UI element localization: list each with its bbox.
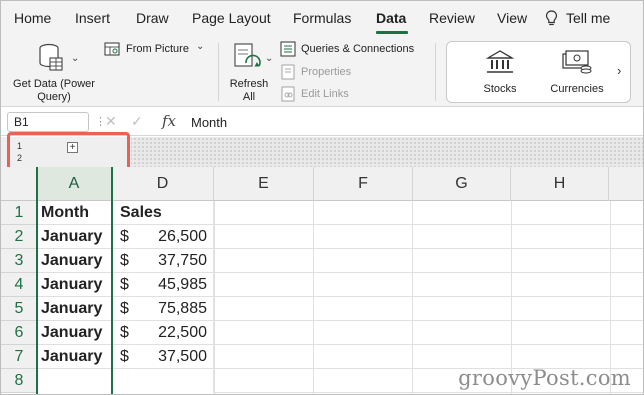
currencies-button[interactable]: Currencies: [542, 46, 612, 100]
currency-symbol: $: [120, 348, 129, 365]
properties-label: Properties: [301, 66, 352, 78]
cell-empty[interactable]: [37, 369, 112, 393]
column-header-g[interactable]: G: [413, 167, 511, 201]
check-icon[interactable]: ✓: [131, 113, 143, 130]
cell-month[interactable]: January: [37, 297, 112, 321]
row-header[interactable]: 4: [1, 273, 37, 297]
formula-content[interactable]: Month: [191, 115, 227, 130]
sales-amount: 75,885: [158, 300, 207, 317]
row-header[interactable]: 1: [1, 201, 37, 225]
cell-sales[interactable]: $37,750: [112, 249, 214, 273]
column-header-a[interactable]: A: [37, 167, 112, 201]
database-icon: [39, 43, 63, 71]
from-picture-button[interactable]: From Picture ⌄: [102, 41, 206, 59]
cell-sales[interactable]: $22,500: [112, 321, 214, 345]
currency-symbol: $: [120, 324, 129, 341]
chevron-down-icon: ⌄: [196, 41, 205, 52]
refresh-all-button[interactable]: ⌄ Refresh All: [223, 37, 275, 105]
cell-month[interactable]: January: [37, 321, 112, 345]
ribbon-separator: [218, 43, 219, 101]
cell-sales-header[interactable]: Sales: [112, 201, 214, 225]
get-data-button[interactable]: ⌄ Get Data (Power Query): [7, 37, 101, 105]
row-header[interactable]: 2: [1, 225, 37, 249]
picture-table-icon: [104, 42, 120, 56]
cell-month[interactable]: January: [37, 273, 112, 297]
ribbon-data: ⌄ Get Data (Power Query) From Picture ⌄: [1, 35, 643, 107]
queries-icon: [280, 41, 296, 57]
fx-icon[interactable]: fx: [162, 112, 176, 130]
tab-insert[interactable]: Insert: [75, 10, 110, 26]
cell-month[interactable]: January: [37, 345, 112, 369]
watermark-text: groovyPost.com: [458, 366, 631, 390]
row-header[interactable]: 6: [1, 321, 37, 345]
selection-border-right: [111, 167, 113, 394]
sales-amount: 22,500: [158, 324, 207, 341]
chevron-right-icon[interactable]: ›: [617, 63, 621, 78]
edit-links-button[interactable]: Edit Links: [279, 86, 379, 104]
tab-page-layout[interactable]: Page Layout: [192, 10, 271, 26]
chevron-down-icon: ⌄: [71, 53, 80, 64]
currencies-label: Currencies: [550, 83, 604, 95]
link-icon: [281, 86, 295, 102]
currency-symbol: $: [120, 276, 129, 293]
queries-connections-button[interactable]: Queries & Connections: [279, 41, 429, 59]
cell-month-header[interactable]: Month: [37, 201, 112, 225]
cell-sales[interactable]: $26,500: [112, 225, 214, 249]
column-header-f[interactable]: F: [314, 167, 413, 201]
get-data-label: Get Data (Power Query): [13, 78, 95, 103]
tab-view[interactable]: View: [497, 10, 527, 26]
sales-amount: 37,750: [158, 252, 207, 269]
selection-border-left: [36, 167, 38, 394]
column-header-e[interactable]: E: [214, 167, 314, 201]
cell-month[interactable]: January: [37, 249, 112, 273]
refresh-all-label: Refresh All: [229, 78, 269, 103]
edit-links-label: Edit Links: [301, 88, 349, 100]
name-box[interactable]: B1: [7, 112, 89, 132]
sales-amount: 26,500: [158, 228, 207, 245]
currency-symbol: $: [120, 300, 129, 317]
active-tab-indicator: [376, 31, 408, 34]
tab-home[interactable]: Home: [14, 10, 51, 26]
currency-icon: [562, 50, 592, 74]
column-header-h[interactable]: H: [511, 167, 609, 201]
chevron-down-icon: ⌄: [265, 53, 274, 64]
cell-sales[interactable]: $45,985: [112, 273, 214, 297]
queries-connections-label: Queries & Connections: [301, 43, 415, 55]
cell-month[interactable]: January: [37, 225, 112, 249]
tab-formulas[interactable]: Formulas: [293, 10, 351, 26]
row-header[interactable]: 8: [1, 369, 37, 393]
row-header[interactable]: 3: [1, 249, 37, 273]
cell-empty[interactable]: [112, 369, 214, 393]
spreadsheet-grid: A D E F G H 1 2 3 4 5 6 7 8 Month Sales …: [1, 167, 643, 394]
currency-symbol: $: [120, 252, 129, 269]
select-all-corner[interactable]: [1, 167, 37, 201]
column-header-overflow: [609, 167, 643, 201]
ribbon-separator: [435, 43, 436, 101]
lightbulb-icon: [545, 10, 558, 26]
properties-icon: [281, 64, 295, 80]
cell-sales[interactable]: $75,885: [112, 297, 214, 321]
properties-button[interactable]: Properties: [279, 64, 379, 82]
ribbon-tab-bar: Home Insert Draw Page Layout Formulas Da…: [1, 1, 643, 35]
data-types-gallery: Stocks Currencies ›: [446, 41, 631, 103]
currency-symbol: $: [120, 228, 129, 245]
excel-window: Home Insert Draw Page Layout Formulas Da…: [0, 0, 644, 395]
cell-sales[interactable]: $37,500: [112, 345, 214, 369]
sales-amount: 45,985: [158, 276, 207, 293]
tab-data[interactable]: Data: [376, 10, 406, 26]
bank-icon: [486, 50, 514, 73]
from-picture-label: From Picture: [126, 43, 189, 55]
refresh-icon: [234, 43, 261, 67]
row-header[interactable]: 5: [1, 297, 37, 321]
column-header-d[interactable]: D: [112, 167, 214, 201]
stocks-label: Stocks: [483, 83, 517, 95]
name-box-value: B1: [14, 115, 29, 129]
tab-tell-me[interactable]: Tell me: [566, 10, 610, 26]
tab-draw[interactable]: Draw: [136, 10, 169, 26]
sales-amount: 37,500: [158, 348, 207, 365]
stocks-button[interactable]: Stocks: [467, 46, 533, 100]
row-header[interactable]: 7: [1, 345, 37, 369]
cancel-icon[interactable]: ✕: [105, 113, 117, 130]
tab-review[interactable]: Review: [429, 10, 475, 26]
